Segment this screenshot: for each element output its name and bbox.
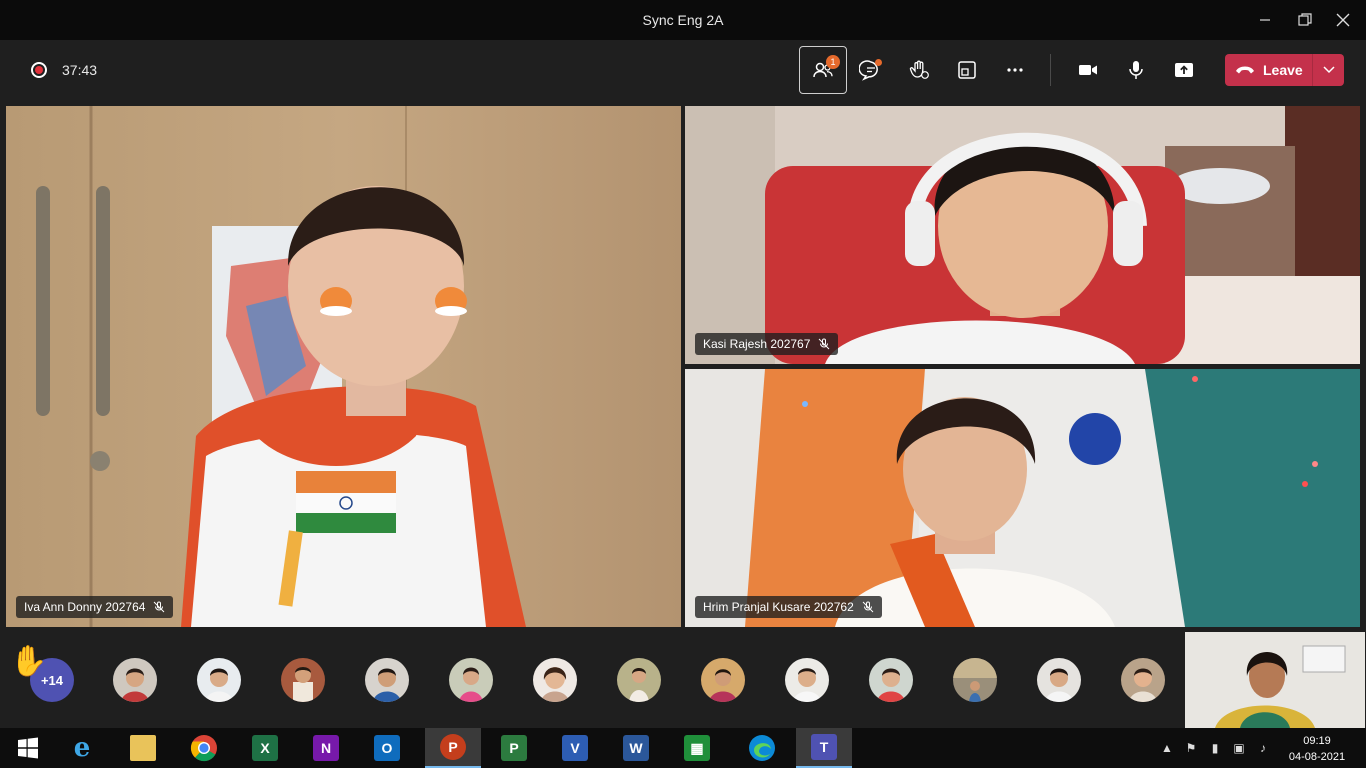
participant-avatar[interactable] <box>365 658 409 702</box>
mic-icon <box>1129 61 1143 79</box>
raised-hand-icon: ✋ <box>10 645 48 678</box>
powerpoint-icon: P <box>440 734 466 760</box>
participant-name: Hrim Pranjal Kusare 202762 <box>703 600 854 614</box>
leave-label: Leave <box>1263 62 1303 78</box>
participant-avatar[interactable] <box>785 658 829 702</box>
participant-video <box>685 369 1360 627</box>
onenote-icon: N <box>313 735 339 761</box>
video-tile-bottom-right[interactable]: Hrim Pranjal Kusare 202762 <box>685 369 1360 627</box>
breakout-rooms-icon <box>958 61 976 79</box>
clock-time: 09:19 <box>1303 735 1331 747</box>
taskbar-word[interactable]: W <box>608 728 664 768</box>
taskbar-project[interactable]: P <box>486 728 542 768</box>
show-hidden-icons[interactable]: ▲ <box>1159 740 1175 756</box>
participant-video <box>6 106 681 627</box>
camera-icon <box>1079 65 1097 75</box>
recording-icon <box>31 62 47 78</box>
leave-button[interactable]: Leave <box>1225 54 1312 86</box>
leave-options-button[interactable] <box>1313 66 1344 74</box>
taskbar-outlook[interactable]: O <box>359 728 415 768</box>
mic-muted-icon <box>154 601 165 613</box>
participant-name-tag: Hrim Pranjal Kusare 202762 <box>695 596 882 618</box>
window-title: Sync Eng 2A <box>642 12 724 28</box>
taskbar-powerpoint[interactable]: P <box>425 728 481 768</box>
taskbar-teams[interactable]: T <box>796 728 852 768</box>
clock-date: 04-08-2021 <box>1288 751 1346 763</box>
mic-muted-icon <box>819 338 830 350</box>
share-icon <box>1175 63 1193 77</box>
title-bar: Sync Eng 2A <box>0 0 1366 40</box>
taskbar-internet-explorer[interactable]: e <box>54 728 110 768</box>
participants-button[interactable]: 1 <box>799 46 847 94</box>
self-view-video[interactable] <box>1185 632 1365 728</box>
participant-avatar[interactable] <box>1037 658 1081 702</box>
participant-name: Kasi Rajesh 202767 <box>703 337 811 351</box>
taskbar-visio[interactable]: V <box>547 728 603 768</box>
video-tile-main[interactable]: Iva Ann Donny 202764 <box>6 106 681 627</box>
participant-avatar[interactable] <box>533 658 577 702</box>
internet-explorer-icon: e <box>73 733 91 763</box>
battery-icon[interactable]: ▮ <box>1207 740 1223 756</box>
taskbar-edge[interactable] <box>734 728 790 768</box>
volume-icon[interactable]: ♪ <box>1255 740 1271 756</box>
leave-button-group: Leave <box>1225 54 1344 86</box>
meeting-timer: 37:43 <box>62 62 98 78</box>
raise-hand-icon <box>909 60 929 79</box>
share-button[interactable] <box>1160 46 1208 94</box>
participants-badge: 1 <box>826 55 840 69</box>
participant-avatar[interactable] <box>1121 658 1165 702</box>
reactions-button[interactable] <box>895 46 943 94</box>
taskbar-chrome[interactable] <box>176 728 232 768</box>
participant-avatar[interactable] <box>617 658 661 702</box>
participant-avatar[interactable] <box>953 658 997 702</box>
participant-avatar[interactable] <box>197 658 241 702</box>
participant-avatar[interactable] <box>281 658 325 702</box>
grid-app-icon: ▦ <box>684 735 710 761</box>
network-icon[interactable]: ▣ <box>1231 740 1247 756</box>
mic-button[interactable] <box>1112 46 1160 94</box>
participant-avatar[interactable] <box>869 658 913 702</box>
word-icon: W <box>623 735 649 761</box>
video-tile-top-right[interactable]: Kasi Rajesh 202767 <box>685 106 1360 364</box>
taskbar-clock[interactable]: 09:19 04-08-2021 <box>1284 733 1350 765</box>
chrome-icon <box>190 735 217 762</box>
participant-name-tag: Kasi Rajesh 202767 <box>695 333 839 355</box>
chevron-down-icon <box>1322 66 1335 74</box>
control-divider <box>1050 54 1051 86</box>
teams-icon: T <box>811 734 837 760</box>
close-icon[interactable] <box>1320 0 1366 40</box>
chat-unread-dot <box>875 59 882 66</box>
participant-name-tag: Iva Ann Donny 202764 <box>16 596 174 618</box>
visio-icon: V <box>562 735 588 761</box>
more-icon <box>1007 68 1023 72</box>
participant-name: Iva Ann Donny 202764 <box>24 600 146 614</box>
participant-avatar[interactable] <box>701 658 745 702</box>
edge-icon <box>749 735 775 761</box>
folder-icon <box>130 735 156 761</box>
windows-icon <box>18 737 38 759</box>
taskbar-grid-app[interactable]: ▦ <box>669 728 725 768</box>
hang-up-icon <box>1236 66 1254 74</box>
mic-muted-icon <box>862 601 874 613</box>
excel-icon: X <box>252 735 278 761</box>
participant-avatar[interactable] <box>113 658 157 702</box>
outlook-icon: O <box>374 735 400 761</box>
participant-avatar[interactable] <box>449 658 493 702</box>
project-icon: P <box>501 735 527 761</box>
taskbar-onenote[interactable]: N <box>298 728 354 768</box>
taskbar-file-explorer[interactable] <box>115 728 171 768</box>
participant-video <box>685 106 1360 364</box>
start-button[interactable] <box>0 728 56 768</box>
rooms-button[interactable] <box>943 46 991 94</box>
chat-button[interactable] <box>847 46 895 94</box>
taskbar-excel[interactable]: X <box>237 728 293 768</box>
camera-button[interactable] <box>1064 46 1112 94</box>
more-actions-button[interactable] <box>991 46 1039 94</box>
teams-meeting-window: Sync Eng 2A 37:43 1 Leave Iva Ann Donny … <box>0 0 1366 768</box>
flag-alert-icon[interactable]: ⚑ <box>1183 740 1199 756</box>
